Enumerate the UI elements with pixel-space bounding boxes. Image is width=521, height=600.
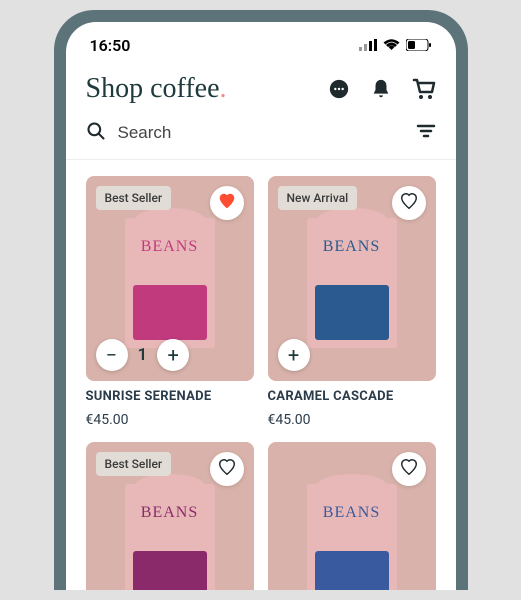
heart-icon [218, 459, 236, 479]
bell-icon[interactable] [370, 78, 392, 100]
product-name: SUNRISE SERENADE [86, 389, 254, 404]
chat-icon[interactable] [328, 78, 350, 100]
product-card[interactable]: BEANS Best Seller [86, 442, 254, 590]
quantity-controls: − 1 + [96, 339, 190, 371]
product-grid: BEANS Best Seller − 1 + SUNR [66, 160, 456, 590]
favorite-button[interactable] [392, 186, 426, 220]
header-actions [328, 78, 436, 100]
product-card[interactable]: BEANS New Arrival + CARAMEL CASCADE €45.… [268, 176, 436, 428]
product-badge: Best Seller [96, 452, 172, 476]
favorite-button[interactable] [210, 452, 244, 486]
decrement-button[interactable]: − [96, 339, 128, 371]
search-icon [86, 121, 106, 145]
product-image: BEANS New Arrival + [268, 176, 436, 381]
bag-art [133, 551, 207, 590]
product-badge: New Arrival [278, 186, 358, 210]
favorite-button[interactable] [392, 452, 426, 486]
title-dot: . [220, 73, 227, 104]
heart-icon [218, 193, 236, 213]
product-card[interactable]: BEANS Best Seller − 1 + SUNR [86, 176, 254, 428]
phone-frame: 16:50 Shop coffee. [54, 10, 468, 590]
product-price: €45.00 [86, 412, 254, 428]
product-card[interactable]: BEANS [268, 442, 436, 590]
increment-button[interactable]: + [157, 339, 189, 371]
page-title: Shop coffee. [86, 73, 227, 105]
bag-graphic: BEANS [125, 484, 215, 590]
bag-graphic: BEANS [307, 484, 397, 590]
bag-art [315, 285, 389, 340]
bag-label: BEANS [307, 218, 397, 256]
product-name: CARAMEL CASCADE [268, 389, 436, 404]
status-bar: 16:50 [66, 22, 456, 63]
bag-graphic: BEANS [307, 218, 397, 348]
search-row [66, 115, 456, 160]
screen: 16:50 Shop coffee. [66, 22, 456, 590]
heart-icon [400, 459, 418, 479]
cart-icon[interactable] [412, 78, 436, 100]
bag-art [315, 551, 389, 590]
bag-label: BEANS [125, 484, 215, 522]
product-image: BEANS [268, 442, 436, 590]
battery-icon [406, 36, 432, 55]
filter-icon[interactable] [416, 123, 436, 143]
search-input[interactable] [118, 123, 339, 143]
title-text: Shop coffee [86, 73, 220, 104]
favorite-button[interactable] [210, 186, 244, 220]
add-control: + [278, 339, 310, 371]
bag-graphic: BEANS [125, 218, 215, 348]
product-image: BEANS Best Seller [86, 442, 254, 590]
status-indicators [359, 36, 432, 55]
bag-art [133, 285, 207, 340]
signal-icon [359, 36, 377, 55]
search-box[interactable] [86, 121, 339, 145]
bag-label: BEANS [307, 484, 397, 522]
add-button[interactable]: + [278, 339, 310, 371]
wifi-icon [383, 36, 400, 55]
heart-icon [400, 193, 418, 213]
status-time: 16:50 [90, 36, 131, 55]
product-price: €45.00 [268, 412, 436, 428]
product-badge: Best Seller [96, 186, 172, 210]
bag-label: BEANS [125, 218, 215, 256]
page-header: Shop coffee. [66, 63, 456, 115]
product-image: BEANS Best Seller − 1 + [86, 176, 254, 381]
quantity-value: 1 [138, 345, 148, 365]
